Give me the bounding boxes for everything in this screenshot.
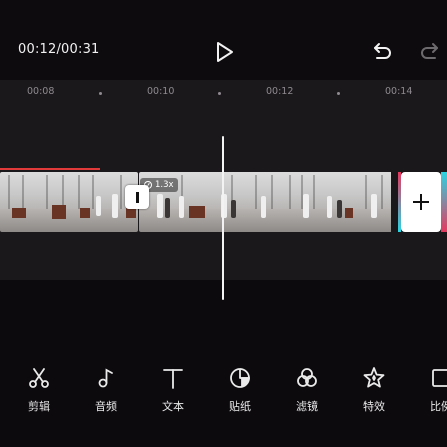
ratio-icon <box>429 366 447 390</box>
video-clip[interactable] <box>139 172 399 232</box>
speed-value: 1.3x <box>155 180 174 190</box>
tool-label: 文本 <box>162 400 184 413</box>
tool-label: 滤镜 <box>296 400 318 413</box>
scissors-icon <box>27 366 51 390</box>
tool-label: 比例 <box>430 400 447 413</box>
bottom-toolbar: 剪辑 音频 文本 贴纸 滤镜 特效 比例 <box>0 360 447 420</box>
ruler-dot <box>218 92 221 95</box>
video-clip[interactable] <box>0 172 138 232</box>
transition-icon[interactable] <box>125 185 149 209</box>
clip-thumbnail <box>283 172 319 232</box>
clip-thumbnail <box>247 172 283 232</box>
ruler-label: 00:08 <box>27 86 55 97</box>
tool-cut[interactable]: 剪辑 <box>14 360 64 420</box>
tool-label: 音频 <box>95 400 117 413</box>
ruler-dot <box>337 92 340 95</box>
clip-thumbnail <box>211 172 247 232</box>
music-note-icon <box>94 366 118 390</box>
ruler-dot <box>99 92 102 95</box>
clip-thumbnail <box>319 172 355 232</box>
tool-label: 特效 <box>363 400 385 413</box>
redo-icon[interactable] <box>418 40 442 64</box>
audio-marker-line <box>0 168 100 170</box>
ruler-label: 00:10 <box>147 86 175 97</box>
clip-thumbnail <box>175 172 211 232</box>
timeline-editor[interactable]: 00:08 00:10 00:12 00:14 1.3x <box>0 80 447 300</box>
tool-ratio[interactable]: 比例 <box>416 360 447 420</box>
top-bar: 00:12/00:31 <box>0 0 447 80</box>
clip-thumbnail <box>72 172 108 232</box>
play-icon[interactable] <box>212 40 236 64</box>
sticker-icon <box>228 366 252 390</box>
tool-filter[interactable]: 滤镜 <box>282 360 332 420</box>
add-clip-button[interactable] <box>401 172 441 232</box>
tool-label: 贴纸 <box>229 400 251 413</box>
tool-label: 剪辑 <box>28 400 50 413</box>
ruler-label: 00:14 <box>385 86 413 97</box>
tool-audio[interactable]: 音频 <box>81 360 131 420</box>
effects-star-icon <box>362 366 386 390</box>
time-ruler[interactable]: 00:08 00:10 00:12 00:14 <box>0 80 447 106</box>
text-icon <box>161 366 185 390</box>
clip-thumbnail <box>36 172 72 232</box>
clip-thumbnail <box>355 172 391 232</box>
ruler-label: 00:12 <box>266 86 294 97</box>
clip-thumbnail <box>0 172 36 232</box>
playhead[interactable] <box>222 136 224 300</box>
add-clip-edge <box>441 172 447 232</box>
undo-icon[interactable] <box>370 40 394 64</box>
tool-text[interactable]: 文本 <box>148 360 198 420</box>
playback-time: 00:12/00:31 <box>18 42 100 57</box>
tool-effects[interactable]: 特效 <box>349 360 399 420</box>
filter-icon <box>295 366 319 390</box>
tool-sticker[interactable]: 贴纸 <box>215 360 265 420</box>
